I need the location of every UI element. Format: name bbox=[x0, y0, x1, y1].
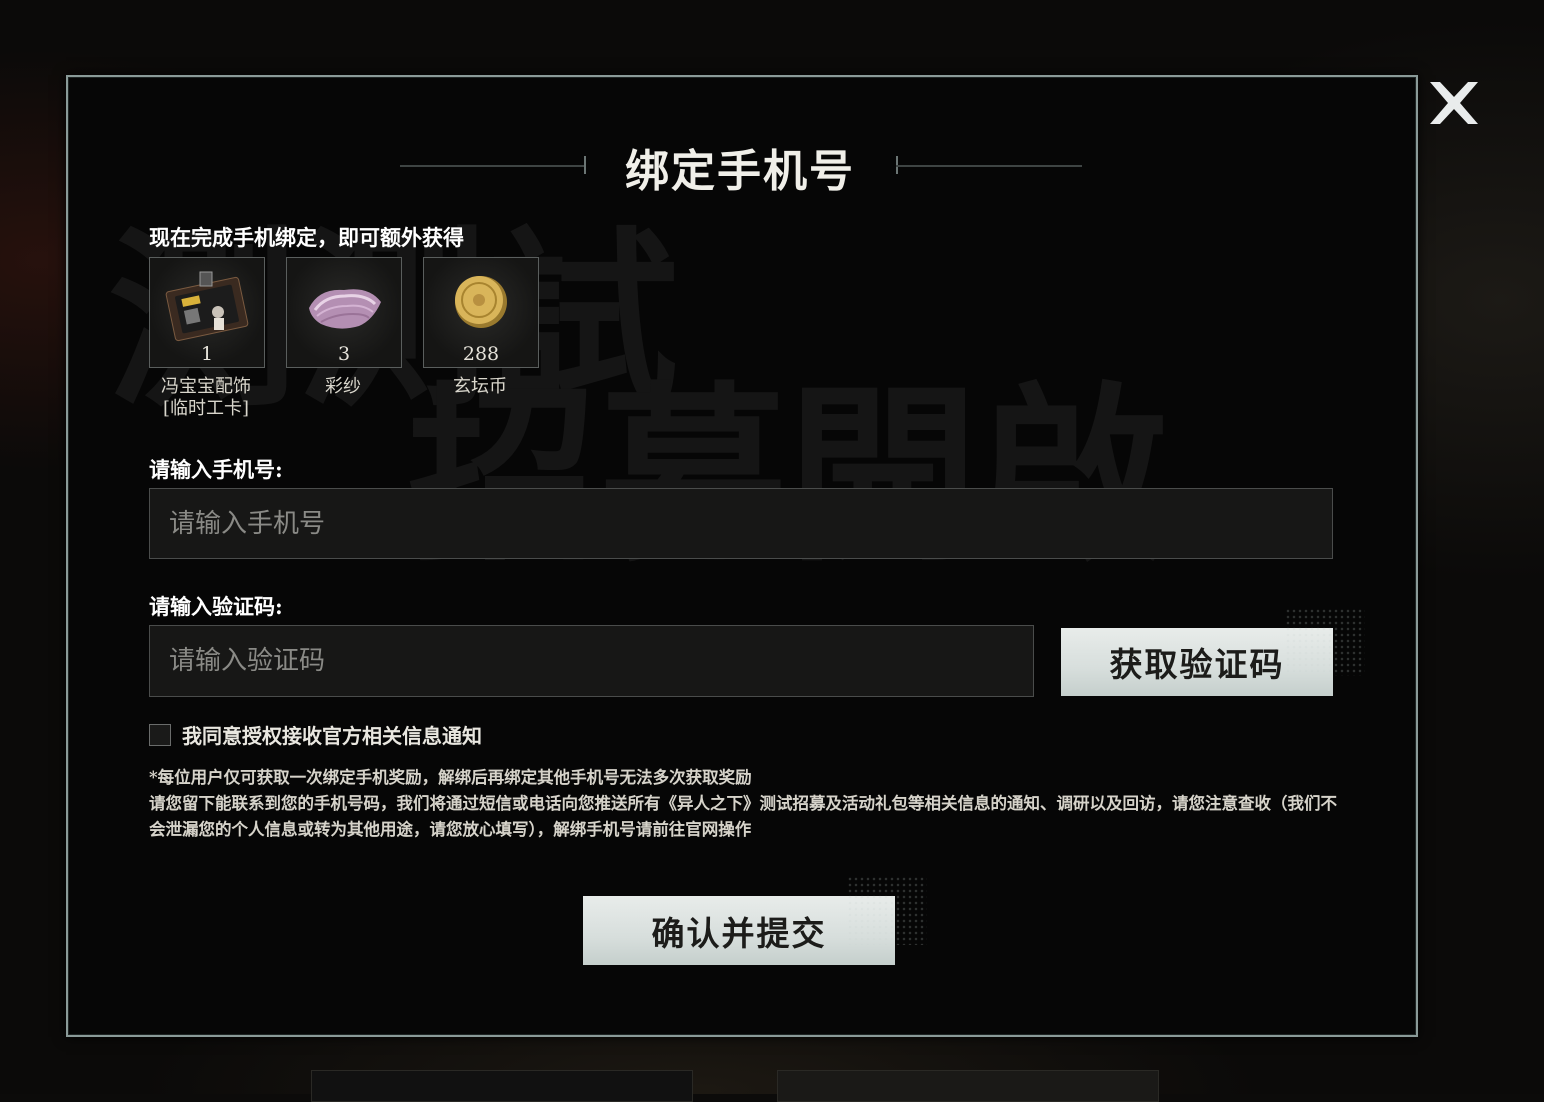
reward-slot: 3 bbox=[286, 257, 402, 368]
reward-count: 3 bbox=[337, 343, 351, 365]
reward-name: 彩纱 bbox=[286, 376, 400, 398]
phone-input[interactable] bbox=[149, 488, 1333, 559]
phone-label: 请输入手机号: bbox=[149, 457, 283, 482]
reward-name: 冯宝宝配饰 [临时工卡] bbox=[149, 376, 263, 420]
reward-item: 288 玄坛币 bbox=[423, 257, 539, 398]
reward-name-line: 彩纱 bbox=[325, 376, 361, 397]
reward-name-line: 冯宝宝配饰 bbox=[161, 376, 251, 397]
close-button[interactable] bbox=[1424, 78, 1484, 128]
notice-text: *每位用户仅可获取一次绑定手机奖励，解绑后再绑定其他手机号无法多次获取奖励 请您… bbox=[149, 765, 1339, 843]
reward-item: 1 冯宝宝配饰 [临时工卡] bbox=[149, 257, 265, 420]
consent-row: 我同意授权接收官方相关信息通知 bbox=[149, 720, 482, 749]
code-label: 请输入验证码: bbox=[149, 594, 283, 619]
reward-name: 玄坛币 bbox=[423, 376, 537, 398]
work-badge-icon bbox=[165, 271, 249, 342]
submit-button[interactable]: 确认并提交 bbox=[583, 876, 927, 965]
reward-slot: 1 bbox=[149, 257, 265, 368]
reward-name-line: [临时工卡] bbox=[162, 398, 250, 419]
reward-hint: 现在完成手机绑定，即可额外获得 bbox=[149, 225, 464, 250]
notice-line: 请您留下能联系到您的手机号码，我们将通过短信或电话向您推送所有《异人之下》测试招… bbox=[149, 794, 1337, 839]
colored-silk-icon bbox=[309, 289, 381, 329]
dialog-title: 绑定手机号 bbox=[625, 146, 855, 197]
verification-code-input[interactable] bbox=[149, 625, 1034, 697]
notice-line: *每位用户仅可获取一次绑定手机奖励，解绑后再绑定其他手机号无法多次获取奖励 bbox=[149, 768, 752, 787]
dialog-header: 绑定手机号 bbox=[400, 135, 1082, 197]
consent-checkbox[interactable] bbox=[149, 723, 171, 746]
close-icon bbox=[1430, 82, 1478, 124]
reward-slot: 288 bbox=[423, 257, 539, 368]
gold-coin-icon bbox=[455, 276, 507, 328]
reward-name-line: 玄坛币 bbox=[453, 376, 507, 397]
background-bar bbox=[777, 1070, 1159, 1102]
reward-item: 3 彩纱 bbox=[286, 257, 402, 398]
consent-label: 我同意授权接收官方相关信息通知 bbox=[182, 724, 482, 748]
get-code-button[interactable]: 获取验证码 bbox=[1061, 608, 1365, 696]
background-bar bbox=[311, 1070, 693, 1102]
reward-count: 288 bbox=[462, 343, 500, 365]
reward-count: 1 bbox=[200, 343, 214, 365]
